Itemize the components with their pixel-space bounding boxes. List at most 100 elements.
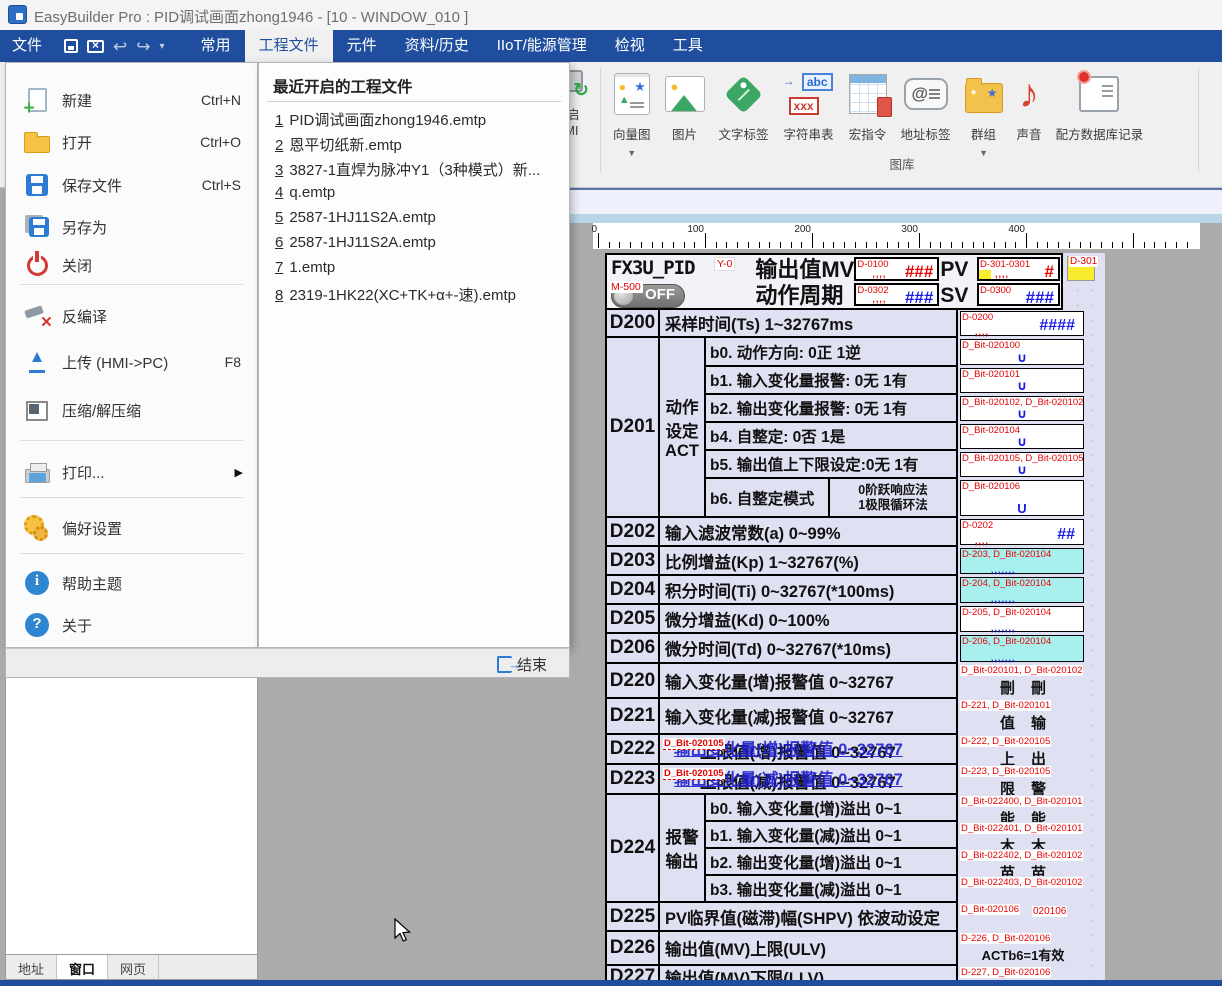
menu-item-label: 新建 [62, 90, 92, 111]
ruler-tick [641, 242, 642, 248]
file-menu-item-about[interactable]: 关于 [6, 608, 257, 642]
file-menu-item-new-file[interactable]: 新建Ctrl+N [6, 83, 257, 117]
address-box: D-203, D_Bit-020104,,,,,,, [960, 548, 1084, 574]
panel-tab-地址[interactable]: 地址 [6, 955, 57, 979]
menu-item-icon-wrap [22, 399, 52, 421]
toolbar-button-vector-graphic[interactable]: ▲向量图▼ [606, 66, 658, 158]
menu-item-label: 打印... [62, 462, 105, 483]
bit-glyph: ∪ [961, 407, 1083, 421]
recent-file-item[interactable]: 4q.emtp [275, 184, 561, 206]
toolbar-button-group[interactable]: ★群组▼ [958, 66, 1010, 158]
ribbon-tab-4[interactable]: 资料/历史 [391, 30, 483, 62]
sub-row: b6. 自整定模式0阶跃响应法1极限循环法D_Bit-020106U [706, 479, 1088, 518]
ruler-tick [1101, 242, 1102, 248]
file-menu-item-preferences[interactable]: 偏好设置 [6, 511, 257, 545]
register-id: D204 [605, 576, 660, 605]
file-menu-item-compress[interactable]: 压缩/解压缩 [6, 393, 257, 427]
recent-file-number: 7 [275, 259, 283, 276]
panel-tab-窗口[interactable]: 窗口 [57, 955, 108, 979]
bit-mode-options: 0阶跃响应法1极限循环法 [828, 479, 956, 516]
toolbar-button-string-table[interactable]: →字符串表 [776, 66, 842, 143]
recent-file-item[interactable]: 71.emtp [275, 259, 561, 281]
menu-item-icon-wrap [22, 255, 52, 276]
ruler-tick [705, 233, 706, 248]
comma-marks: ,,,,,,, [991, 594, 1016, 604]
bit-description: b3. 输出变化量(减)溢出 0~1 [706, 876, 958, 903]
toolbar-button-macro[interactable]: 宏指令 [842, 66, 894, 143]
table-row-D205: D205微分增益(Kd) 0~100%D-205, D_Bit-020104,,… [605, 605, 1105, 634]
bit-glyph: ∪ [961, 379, 1083, 393]
submenu-arrow-icon: ▶ [235, 466, 243, 479]
ruler-tick [1005, 242, 1006, 248]
ruler-tick [1069, 242, 1070, 248]
ruler-tick [1187, 242, 1188, 248]
recent-file-number: 3 [275, 162, 283, 179]
redo-icon[interactable]: ↪ [136, 38, 150, 55]
export-icon[interactable] [87, 40, 104, 53]
toolbar-button-address-tag[interactable]: 地址标签 [894, 66, 958, 143]
vector-graphic-icon: ▲ [614, 73, 650, 115]
parameter-description: D_Bit-020105上限值(减)报警值 0~32767输出变化量(减)报警值… [660, 765, 958, 795]
address-cell: D-206, D_Bit-020104,,,,,,, [958, 634, 1088, 664]
pv-value-box: D-301-0301 # ,,,, [977, 257, 1060, 281]
ribbon-tab-7[interactable]: 工具 [659, 30, 717, 62]
pid-parameter-table: D200采样时间(Ts) 1~32767msD-0200####,,,,D201… [605, 310, 1105, 980]
sub-row: b3. 输出变化量(减)溢出 0~1D_Bit-022403, D_Bit-02… [706, 876, 1088, 903]
ruler-tick [1047, 242, 1048, 248]
toolbar-button-label: 声音 [1017, 124, 1042, 143]
qat-dropdown-icon[interactable]: ▾ [160, 41, 165, 52]
file-menu-item-save-as[interactable]: 另存为 [6, 210, 257, 244]
pv-label: PV [940, 257, 976, 283]
file-menu-item-upload[interactable]: 上传 (HMI->PC)F8 [6, 345, 257, 379]
file-menu-item-help[interactable]: 帮助主题 [6, 566, 257, 600]
recent-file-item[interactable]: 52587-1HJ11S2A.emtp [275, 209, 561, 231]
file-menu-item-close-project[interactable]: 关闭 [6, 248, 257, 282]
string-table-icon-box: → [783, 68, 835, 120]
recent-file-name: 2319-1HK22(XC+TK+α+-速).emtp [289, 287, 516, 304]
file-menu-item-decompile[interactable]: 反编译 [6, 299, 257, 333]
ribbon-tab-2[interactable]: 工程文件 [245, 30, 333, 62]
ribbon-tab-6[interactable]: 检视 [601, 30, 659, 62]
menu-footer: 结束 [5, 648, 570, 678]
sound-icon-box: ♪ [1017, 68, 1042, 120]
file-menu-item-open-folder[interactable]: 打开Ctrl+O [6, 125, 257, 159]
ribbon-tab-3[interactable]: 元件 [333, 30, 391, 62]
recent-file-item[interactable]: 1PID调试画面zhong1946.emtp [275, 109, 561, 131]
recipe-database-icon-box [1056, 68, 1144, 120]
exit-button[interactable]: 结束 [497, 654, 547, 675]
recent-file-item[interactable]: 2恩平切纸新.emtp [275, 134, 561, 156]
undo-icon[interactable]: ↩ [113, 38, 127, 55]
file-menu-item-save-file[interactable]: 保存文件Ctrl+S [6, 168, 257, 202]
recent-file-item[interactable]: 33827-1直焊为脉冲Y1（3种模式）新... [275, 159, 561, 181]
toolbar-button-picture[interactable]: 图片 [658, 66, 712, 143]
toolbar-button-label: 向量图 [613, 124, 651, 143]
address-label: D-0202 [962, 520, 993, 531]
menu-divider [20, 440, 243, 441]
menu-divider [20, 284, 243, 285]
horizontal-ruler: 0100200300400 [563, 223, 1222, 251]
toolbar-button-text-label[interactable]: 文字标签 [712, 66, 776, 143]
address-label-overlap: 020106 [1032, 906, 1067, 917]
panel-tab-网页[interactable]: 网页 [108, 955, 159, 979]
file-menu-item-print[interactable]: 打印... ▶ [6, 455, 257, 489]
ribbon-tab-1[interactable]: 常用 [187, 30, 245, 62]
recent-files-header: 最近开启的工程文件 [273, 75, 413, 97]
ribbon-tab-5[interactable]: IIoT/能源管理 [483, 30, 601, 62]
address-box: D-206, D_Bit-020104,,,,,,, [960, 635, 1084, 662]
table-row-D226: D226输出值(MV)上限(ULV)D-226, D_Bit-020106ACT… [605, 932, 1105, 966]
divider [267, 101, 561, 102]
window-tree-panel[interactable] [5, 677, 258, 955]
address-label: D-223, D_Bit-020105 [960, 766, 1051, 777]
ruler-tick [769, 242, 770, 248]
recent-file-item[interactable]: 62587-1HJ11S2A.emtp [275, 234, 561, 256]
menu-file[interactable]: 文件 [0, 30, 56, 62]
recent-file-item[interactable]: 82319-1HK22(XC+TK+α+-速).emtp [275, 284, 561, 306]
address-cell: D-0202##,,,, [958, 518, 1088, 547]
save-icon[interactable] [64, 39, 78, 53]
ribbon-tabs: 常用工程文件元件资料/历史IIoT/能源管理检视工具 [187, 30, 717, 62]
sub-row: b5. 输出值上下限设定:0无 1有D_Bit-020105, D_Bit-02… [706, 451, 1088, 479]
address-label: D_Bit-020102, D_Bit-020102 [962, 397, 1083, 408]
menu-item-label: 另存为 [62, 217, 107, 238]
toolbar-button-sound[interactable]: ♪ 声音 [1010, 66, 1049, 143]
toolbar-button-recipe-database[interactable]: 配方数据库记录 [1049, 66, 1151, 143]
